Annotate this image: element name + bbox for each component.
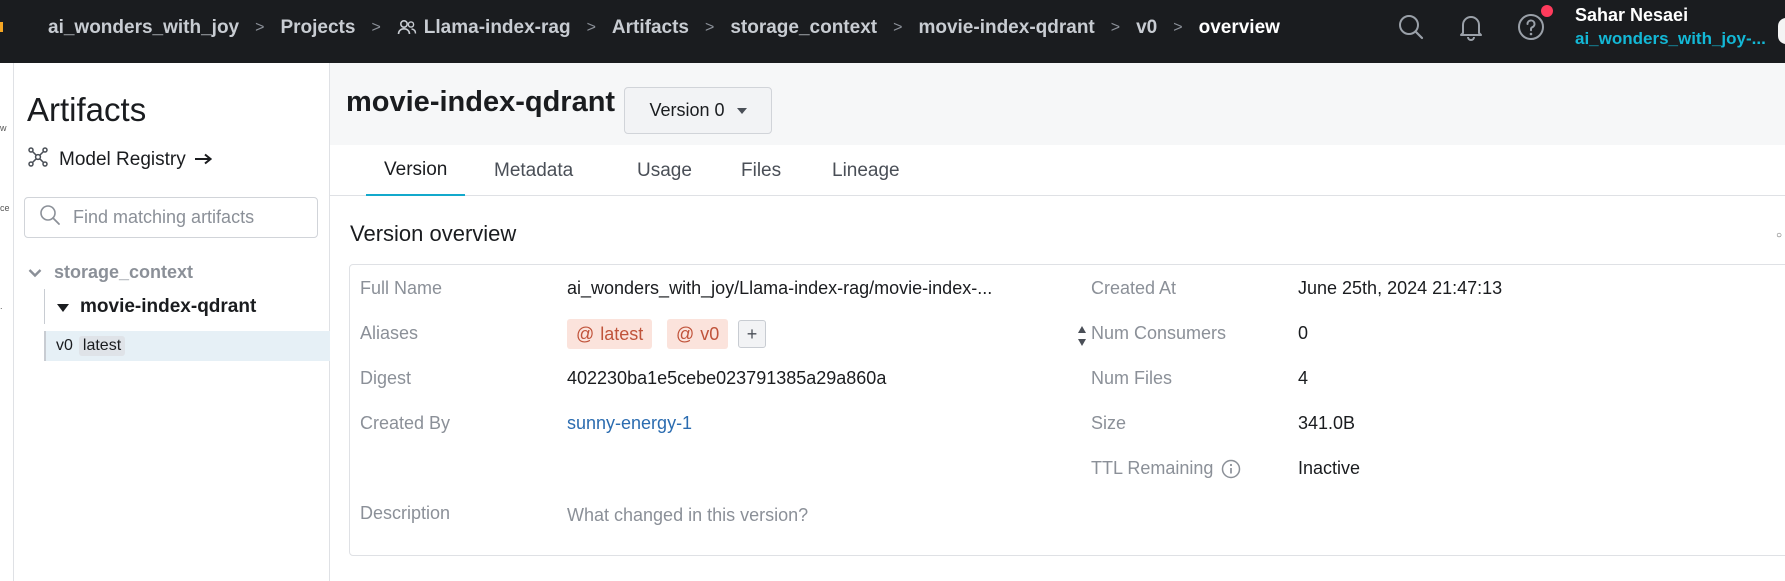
digest-value: 402230ba1e5cebe023791385a29a860a xyxy=(567,368,887,388)
num-consumers-label: Num Consumers xyxy=(1091,323,1227,343)
description-label: Description xyxy=(360,503,451,523)
model-registry-icon xyxy=(27,146,49,174)
version-select-value: Version 0 xyxy=(649,100,725,120)
model-registry-link[interactable]: Model Registry xyxy=(27,146,212,174)
created-by-label: Created By xyxy=(360,413,451,433)
description-input[interactable]: What changed in this version? xyxy=(567,505,808,526)
add-alias-button[interactable]: + xyxy=(738,320,766,348)
artifact-search-input[interactable] xyxy=(73,207,303,228)
num-files-value: 4 xyxy=(1298,368,1309,388)
artifact-search xyxy=(24,197,318,238)
bell-icon[interactable] xyxy=(1455,11,1487,43)
team-icon xyxy=(397,19,417,35)
tree-artifact-type-label: storage_context xyxy=(54,262,194,282)
more-icon[interactable]: ○ xyxy=(1776,230,1782,241)
arrow-right-icon xyxy=(194,149,212,171)
breadcrumb-artifacts[interactable]: Artifacts xyxy=(612,17,689,39)
chevron-right-icon: > xyxy=(255,18,265,36)
artifact-tabs: Version Metadata Usage Files Lineage xyxy=(330,145,1785,196)
search-icon xyxy=(39,204,61,231)
full-name-value: ai_wonders_with_joy/Llama-index-rag/movi… xyxy=(567,278,993,298)
at-icon: @ xyxy=(576,323,595,344)
artifacts-sidebar: Artifacts Model Registry storage_context… xyxy=(14,63,330,581)
breadcrumb-artifact-type[interactable]: storage_context xyxy=(730,17,877,39)
alias-chip-label: v0 xyxy=(700,323,720,344)
chevron-right-icon: > xyxy=(704,18,715,36)
main-content: movie-index-qdrant Version 0 Version Met… xyxy=(330,63,1785,581)
notification-dot xyxy=(1541,5,1553,17)
tree-version-tag: latest xyxy=(78,336,126,356)
tab-files[interactable]: Files xyxy=(741,145,781,196)
num-consumers-value: 0 xyxy=(1298,323,1309,343)
breadcrumb-artifact[interactable]: movie-index-qdrant xyxy=(918,17,1094,39)
version-overview-card: Full Name ai_wonders_with_joy/Llama-inde… xyxy=(349,264,1785,556)
user-org: ai_wonders_with_joy-... xyxy=(1575,29,1766,48)
tree-artifact-label: movie-index-qdrant xyxy=(80,295,257,317)
tab-version[interactable]: Version xyxy=(366,145,466,196)
tree-version-selected[interactable]: v0 latest xyxy=(44,331,330,361)
top-bar: ai_wonders_with_joy > Projects > Llama-i… xyxy=(0,0,1785,63)
ttl-remaining-value: Inactive xyxy=(1298,458,1361,478)
artifact-header: movie-index-qdrant Version 0 xyxy=(330,63,1785,145)
full-name-label: Full Name xyxy=(360,278,443,298)
breadcrumb-project[interactable]: Llama-index-rag xyxy=(397,17,571,39)
chevron-right-icon: > xyxy=(371,18,381,36)
chevron-right-icon: > xyxy=(1173,18,1183,36)
created-by-link[interactable]: sunny-energy-1 xyxy=(567,413,692,434)
tree-artifact-type[interactable]: storage_context xyxy=(28,262,193,283)
sidebar-title: Artifacts xyxy=(27,91,147,128)
caret-down-icon xyxy=(57,296,69,318)
size-value: 341.0B xyxy=(1298,413,1356,433)
chevron-right-icon: > xyxy=(586,18,596,36)
user-name: Sahar Nesaei xyxy=(1575,5,1689,25)
avatar[interactable] xyxy=(1778,18,1785,44)
breadcrumb-project-label: Llama-index-rag xyxy=(423,16,571,38)
chevron-down-icon xyxy=(28,262,42,283)
chevron-right-icon: > xyxy=(1110,18,1121,36)
version-overview-title: Version overview xyxy=(350,221,517,246)
created-at-value: June 25th, 2024 21:47:13 xyxy=(1298,278,1503,298)
help-icon[interactable] xyxy=(1515,5,1553,43)
rail-mark[interactable]: . xyxy=(0,301,3,311)
info-icon[interactable] xyxy=(1221,459,1241,479)
aliases-label: Aliases xyxy=(360,323,419,343)
alias-chip[interactable]: @ v0 xyxy=(667,319,729,349)
version-select[interactable]: Version 0 xyxy=(624,87,772,134)
ttl-remaining-label-text: TTL Remaining xyxy=(1091,458,1214,478)
chevron-right-icon: > xyxy=(893,18,903,36)
ttl-remaining-label: TTL Remaining xyxy=(1091,458,1241,479)
size-label: Size xyxy=(1091,413,1127,433)
tree-version-label: v0 xyxy=(56,337,73,354)
alias-chip[interactable]: @ latest xyxy=(567,319,653,349)
breadcrumb-version[interactable]: v0 xyxy=(1136,17,1157,39)
artifact-title: movie-index-qdrant xyxy=(346,86,616,118)
left-nav-rail: w ce . xyxy=(0,63,14,581)
breadcrumb-entity[interactable]: ai_wonders_with_joy xyxy=(48,17,239,39)
alias-chip-label: latest xyxy=(600,323,644,344)
at-icon: @ xyxy=(676,323,695,344)
breadcrumb-current: overview xyxy=(1198,16,1280,38)
tree-artifact[interactable]: movie-index-qdrant xyxy=(44,289,256,324)
created-at-label: Created At xyxy=(1091,278,1177,298)
caret-down-icon xyxy=(736,107,747,114)
rail-mark[interactable]: w xyxy=(0,123,7,133)
column-resize-icon[interactable] xyxy=(1077,325,1087,347)
breadcrumb: ai_wonders_with_joy > Projects > Llama-i… xyxy=(48,0,1280,55)
tab-metadata[interactable]: Metadata xyxy=(494,145,573,196)
breadcrumb-projects[interactable]: Projects xyxy=(280,17,355,39)
tab-lineage[interactable]: Lineage xyxy=(832,145,900,196)
num-files-label: Num Files xyxy=(1091,368,1173,388)
search-icon[interactable] xyxy=(1395,11,1427,43)
tab-usage[interactable]: Usage xyxy=(637,145,692,196)
rail-mark[interactable]: ce xyxy=(0,203,10,213)
model-registry-label: Model Registry xyxy=(59,149,186,170)
user-menu[interactable]: Sahar Nesaei ai_wonders_with_joy-... xyxy=(1575,5,1766,49)
logo-icon[interactable] xyxy=(0,22,3,32)
digest-label: Digest xyxy=(360,368,412,388)
top-actions xyxy=(1395,5,1553,43)
